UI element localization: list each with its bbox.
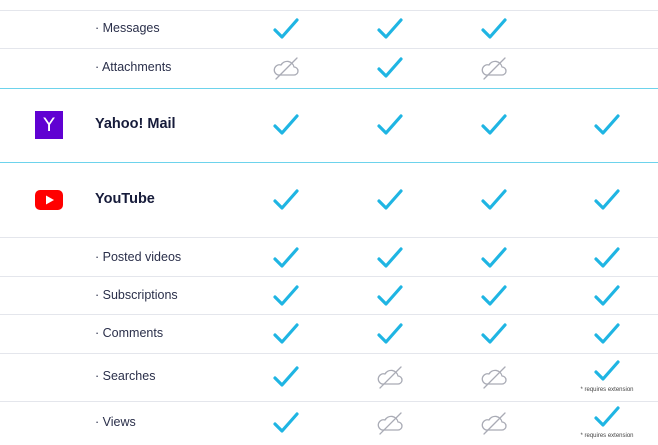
check-icon: [587, 317, 627, 351]
check-icon: [474, 279, 514, 313]
row-label-attachments: · Attachments: [95, 60, 172, 74]
check-icon: [370, 183, 410, 217]
check-icon: [587, 108, 627, 142]
row-label-youtube: YouTube: [95, 191, 155, 207]
row-divider: [0, 88, 658, 89]
check-icon: [266, 317, 306, 351]
check-icon: [370, 51, 410, 85]
check-icon: [474, 241, 514, 275]
check-icon: [474, 108, 514, 142]
row-label-posted-videos: · Posted videos: [95, 250, 182, 264]
row-label-searches: · Searches: [95, 369, 156, 383]
row-divider: [0, 314, 658, 315]
cloud-off-icon: [474, 360, 514, 394]
row-divider: [0, 237, 658, 238]
check-icon: [370, 12, 410, 46]
cloud-off-icon: [370, 406, 410, 440]
check-icon: [266, 279, 306, 313]
check-icon: [266, 12, 306, 46]
row-label-messages: · Messages: [95, 21, 160, 35]
row-label-yahoo-mail: Yahoo! Mail: [95, 116, 176, 132]
requires-extension-note: * requires extension: [580, 387, 634, 393]
check-icon: [474, 183, 514, 217]
row-divider: [0, 10, 658, 11]
cloud-off-icon: [474, 406, 514, 440]
cloud-off-icon: [266, 51, 306, 85]
row-divider: [0, 48, 658, 49]
cloud-off-icon: [474, 51, 514, 85]
row-divider: [0, 162, 658, 163]
check-icon: [370, 317, 410, 351]
row-divider: [0, 353, 658, 354]
check-icon: [266, 360, 306, 394]
check-icon: [474, 12, 514, 46]
row-label-views: · Views: [95, 415, 136, 429]
yahoo-logo: Y: [35, 111, 63, 139]
check-icon: [266, 183, 306, 217]
check-icon: [266, 108, 306, 142]
check-icon: [587, 400, 627, 434]
row-label-subscriptions: · Subscriptions: [95, 288, 178, 302]
check-icon: [266, 241, 306, 275]
check-icon: [370, 108, 410, 142]
check-icon: [370, 279, 410, 313]
youtube-logo: [35, 186, 63, 214]
comparison-table: · Messages · Attachments Yahoo! Mail Y YouTu…: [0, 0, 658, 445]
cloud-off-icon: [370, 360, 410, 394]
check-icon: [587, 279, 627, 313]
row-divider: [0, 401, 658, 402]
row-label-comments: · Comments: [95, 326, 164, 340]
row-divider: [0, 276, 658, 277]
check-icon: [370, 241, 410, 275]
check-icon: [587, 354, 627, 388]
check-icon: [587, 183, 627, 217]
check-icon: [474, 317, 514, 351]
check-icon: [266, 406, 306, 440]
check-icon: [587, 241, 627, 275]
requires-extension-note: * requires extension: [580, 433, 634, 439]
